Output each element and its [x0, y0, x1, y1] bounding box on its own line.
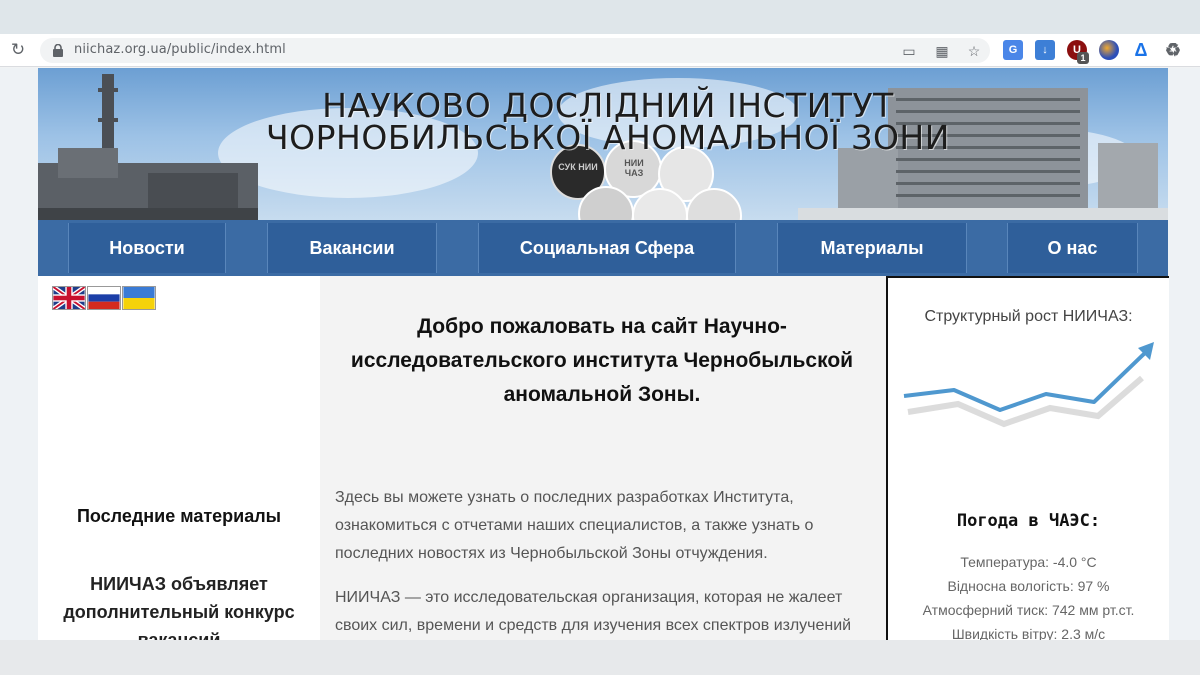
weather-pressure: Атмосферний тиск: 742 мм рт.ст.: [922, 602, 1135, 618]
weather-wind: Швидкість вітру: 2.3 м/с: [951, 626, 1106, 640]
banner-title: НАУКОВО ДОСЛІДНИЙ ІНСТИТУТ ЧОРНОБИЛЬСЬКО…: [258, 89, 958, 157]
site-banner: СУК НИИ НИИ ЧАЗ НАУКОВО ДОСЛІДНИЙ ІНСТИТ…: [38, 68, 1168, 220]
nav-item-news[interactable]: Новости: [68, 223, 226, 273]
ukraine-flag-icon[interactable]: [122, 286, 156, 310]
welcome-heading: Добро пожаловать на сайт Научно-исследов…: [350, 315, 854, 406]
browser-tabstrip: [0, 0, 1200, 34]
globe-extension-icon[interactable]: [1099, 40, 1119, 60]
russia-flag-icon[interactable]: [87, 286, 121, 310]
weather-title: Погода в ЧАЭС:: [956, 511, 1101, 531]
qr-code-icon[interactable]: ▦: [933, 42, 951, 60]
lock-icon[interactable]: [52, 44, 64, 57]
growth-title: Структурный рост НИИЧАЗ:: [924, 308, 1133, 325]
delta-extension-icon[interactable]: Δ: [1131, 40, 1151, 60]
nav-item-social[interactable]: Социальная Сфера: [478, 223, 736, 273]
download-extension-icon[interactable]: ↓: [1035, 40, 1055, 60]
translate-extension-icon[interactable]: G: [1003, 40, 1023, 60]
latest-materials-heading: Последние материалы: [76, 506, 282, 526]
nav-item-vacancies[interactable]: Вакансии: [267, 223, 437, 273]
bookmark-star-icon[interactable]: ☆: [965, 42, 983, 60]
weather-humidity: Відносна вологість: 97 %: [947, 578, 1110, 594]
main-navigation: Новости Вакансии Социальная Сфера Матери…: [38, 220, 1168, 276]
address-bar[interactable]: niichaz.org.ua/public/index.html ▭ ▦ ☆: [40, 38, 990, 63]
weather-temperature: Температура: -4.0 °C: [960, 554, 1097, 570]
reload-icon[interactable]: ↻: [8, 40, 28, 60]
cast-icon[interactable]: ▭: [900, 42, 918, 60]
about-paragraph: НИИЧАЗ — это исследовательская организац…: [335, 589, 852, 634]
reactor-silhouette-image: [38, 74, 258, 220]
latest-news-link[interactable]: НИИЧАЗ объявляет дополнительный конкурс …: [48, 570, 310, 640]
url-text[interactable]: niichaz.org.ua/public/index.html: [74, 42, 286, 57]
extensions-puzzle-icon[interactable]: ♻: [1163, 40, 1183, 60]
nav-item-materials[interactable]: Материалы: [777, 223, 967, 273]
intro-paragraph: Здесь вы можете узнать о последних разра…: [335, 489, 814, 562]
nav-item-about[interactable]: О нас: [1007, 223, 1138, 273]
web-page: СУК НИИ НИИ ЧАЗ НАУКОВО ДОСЛІДНИЙ ІНСТИТ…: [0, 68, 1200, 640]
growth-trend-graphic: [903, 342, 1154, 428]
extension-badge: 1: [1077, 52, 1089, 64]
uk-flag-icon[interactable]: [52, 286, 86, 310]
banner-title-line2: ЧОРНОБИЛЬСЬКОЇ АНОМАЛЬНОЇ ЗОНИ: [266, 118, 950, 157]
browser-toolbar: ↻ niichaz.org.ua/public/index.html ▭ ▦ ☆…: [0, 34, 1200, 67]
bottom-area: [0, 640, 1200, 675]
